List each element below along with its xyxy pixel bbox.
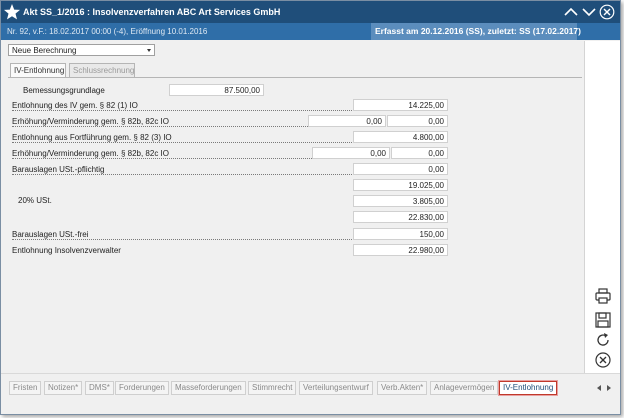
case-info-bar: Nr. 92, v.F.: 18.02.2017 00:00 (-4), Erö… — [1, 23, 620, 40]
tab-iv-entlohnung[interactable]: IV-Entlohnung — [10, 63, 66, 77]
tab-iv-entlohnung-bottom[interactable]: IV-Entlohnung — [499, 381, 558, 395]
scroll-left-icon[interactable] — [595, 384, 603, 392]
tab-anlagevermoegen[interactable]: Anlagevermögen — [430, 381, 499, 395]
case-info-text: Nr. 92, v.F.: 18.02.2017 00:00 (-4), Erö… — [7, 27, 208, 36]
row-label: Erhöhung/Verminderung gem. § 82b, 82c IO — [12, 149, 312, 159]
close-circle-icon[interactable] — [594, 351, 612, 369]
row-label: Erhöhung/Verminderung gem. § 82b, 82c IO — [12, 117, 308, 127]
row-value-field[interactable]: 0,00 — [353, 163, 448, 175]
row-value-field[interactable]: 150,00 — [353, 228, 448, 240]
subtotal-field[interactable]: 19.025,00 — [353, 179, 448, 191]
action-sidebar — [584, 41, 620, 373]
main-content: Neue Berechnung IV-Entlohnung Schlussrec… — [2, 41, 583, 374]
row-value-field[interactable]: 0,00 — [387, 115, 448, 127]
final-remuneration-label: Entlohnung Insolvenzverwalter — [12, 246, 121, 255]
row-label: Entlohnung des IV gem. § 82 (1) IO — [12, 101, 354, 111]
vat-label: 20% USt. — [18, 196, 52, 205]
vat-field[interactable]: 3.805,00 — [353, 195, 448, 207]
row-percent-field[interactable]: 0,00 — [312, 147, 390, 159]
tab-forderungen[interactable]: Forderungen — [115, 381, 169, 395]
refresh-icon[interactable] — [594, 331, 612, 349]
module-tab-bar: Fristen Notizen* DMS* Forderungen Massef… — [1, 373, 620, 414]
tab-masseforderungen[interactable]: Masseforderungen — [171, 381, 246, 395]
recorded-info: Erfasst am 20.12.2016 (SS), zuletzt: SS … — [371, 23, 581, 40]
final-remuneration-field[interactable]: 22.980,00 — [353, 244, 448, 256]
tab-verteilungsentwurf[interactable]: Verteilungsentwurf — [299, 381, 373, 395]
row-value-field[interactable]: 0,00 — [391, 147, 448, 159]
row-percent-field[interactable]: 0,00 — [308, 115, 386, 127]
tab-schlussrechnung[interactable]: Schlussrechnung — [69, 63, 135, 77]
expand-chevron-icon[interactable] — [581, 4, 597, 20]
row-value-field[interactable]: 14.225,00 — [353, 99, 448, 111]
iv-entlohnung-panel: Bemessungsgrundlage 87.500,00 Entlohnung… — [8, 77, 582, 374]
printer-icon[interactable] — [594, 287, 612, 305]
scroll-right-icon[interactable] — [605, 384, 613, 392]
close-window-icon[interactable] — [599, 4, 615, 20]
row-label: Barauslagen USt.-frei — [12, 230, 354, 240]
collapse-chevron-icon[interactable] — [563, 4, 579, 20]
tab-verb-akten[interactable]: Verb.Akten* — [377, 381, 428, 395]
row-value-field[interactable]: 4.800,00 — [353, 131, 448, 143]
application-window: Akt SS_1/2016 : Insolvenzverfahren ABC A… — [0, 0, 621, 415]
star-logo-icon — [4, 4, 20, 20]
calculation-select[interactable]: Neue Berechnung — [8, 44, 155, 56]
calculation-select-value: Neue Berechnung — [12, 46, 77, 55]
save-icon[interactable] — [594, 311, 612, 329]
dropdown-arrow-icon — [147, 49, 151, 52]
total-with-vat-field[interactable]: 22.830,00 — [353, 211, 448, 223]
basis-field[interactable]: 87.500,00 — [169, 84, 264, 96]
window-title: Akt SS_1/2016 : Insolvenzverfahren ABC A… — [23, 7, 281, 17]
tab-stimmrecht[interactable]: Stimmrecht — [248, 381, 297, 395]
row-label: Barauslagen USt.-pflichtig — [12, 165, 354, 175]
tab-dms[interactable]: DMS* — [85, 381, 114, 395]
title-bar: Akt SS_1/2016 : Insolvenzverfahren ABC A… — [1, 1, 620, 23]
tab-fristen[interactable]: Fristen — [9, 381, 42, 395]
tab-notizen[interactable]: Notizen* — [44, 381, 83, 395]
row-label: Entlohnung aus Fortführung gem. § 82 (3)… — [12, 133, 354, 143]
basis-label: Bemessungsgrundlage — [23, 86, 105, 95]
